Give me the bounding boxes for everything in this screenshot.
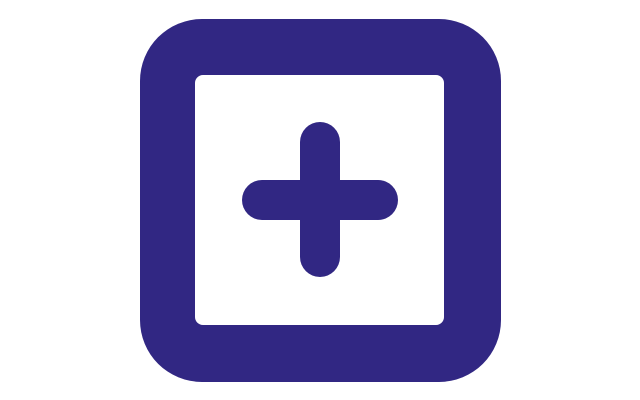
icon-canvas <box>0 0 640 400</box>
add-square-icon <box>140 19 501 382</box>
